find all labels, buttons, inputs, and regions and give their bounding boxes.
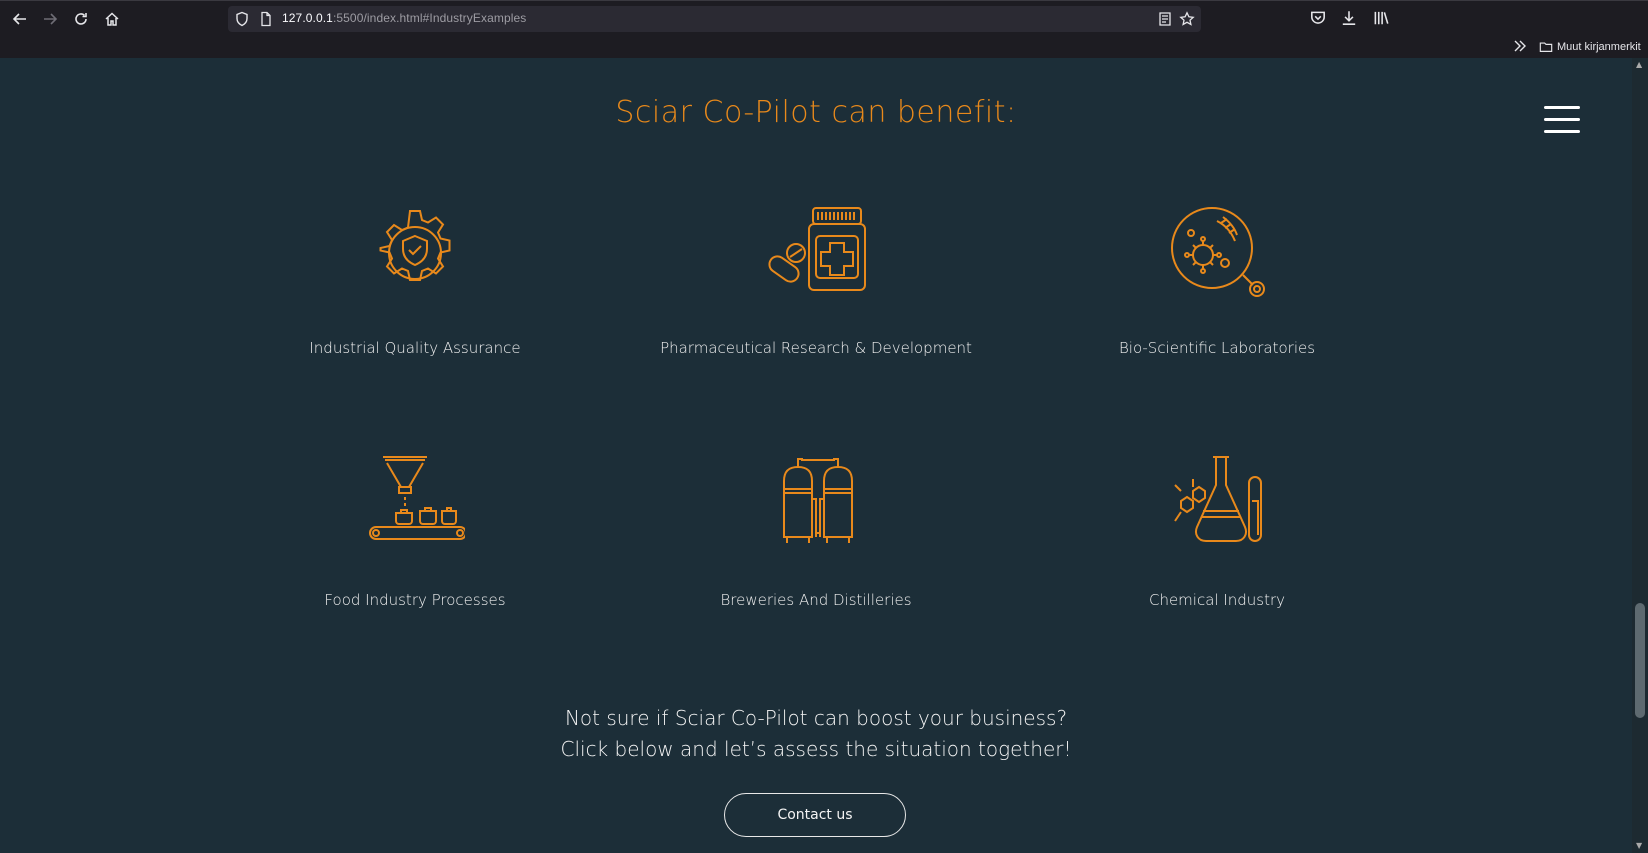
flask-testtube-icon <box>1167 455 1267 555</box>
medicine-bottle-icon <box>766 203 866 303</box>
cta-text: Not sure if Sciar Co-Pilot can boost you… <box>0 703 1632 765</box>
brewery-tanks-icon <box>766 455 866 555</box>
industry-label: Chemical Industry <box>1148 591 1286 609</box>
url-host: 127.0.0.1 <box>282 11 333 25</box>
reload-icon <box>75 13 87 25</box>
url-text[interactable]: 127.0.0.1:5500/index.html#IndustryExampl… <box>282 11 526 25</box>
library-icon[interactable] <box>1372 9 1390 27</box>
back-button[interactable] <box>9 8 31 30</box>
cta-line-1: Not sure if Sciar Co-Pilot can boost you… <box>564 706 1068 730</box>
scrollbar-thumb[interactable] <box>1635 603 1645 718</box>
chevron-double-right-icon[interactable] <box>1512 38 1528 54</box>
industry-label: Food Industry Processes <box>324 591 506 609</box>
arrow-right-icon <box>44 13 58 25</box>
shield-icon[interactable] <box>234 11 250 27</box>
page-content: Sciar Co-Pilot can benefit: Industrial Q… <box>0 58 1632 853</box>
tab-strip-edge <box>0 0 1648 1</box>
menu-button[interactable] <box>1544 106 1580 134</box>
other-bookmarks[interactable]: Muut kirjanmerkit <box>1539 39 1641 55</box>
home-button[interactable] <box>101 8 123 30</box>
industry-label: Bio-Scientific Laboratories <box>1118 339 1316 357</box>
gear-shield-icon <box>365 203 465 303</box>
industry-label: Pharmaceutical Research & Development <box>660 339 972 357</box>
url-path: :5500/index.html#IndustryExamples <box>332 11 527 25</box>
industry-card: Breweries And Distilleries <box>651 455 981 611</box>
forward-button[interactable] <box>39 8 61 30</box>
page-title: Sciar Co-Pilot can benefit: <box>615 95 1017 130</box>
industry-card: Food Industry Processes <box>250 455 580 611</box>
scroll-up-icon[interactable]: ▲ <box>1636 60 1644 69</box>
contact-button[interactable]: Contact us <box>724 793 906 837</box>
cta-line-2: Click below and let’s assess the situati… <box>560 737 1072 761</box>
star-icon[interactable] <box>1179 11 1195 27</box>
browser-toolbar: 127.0.0.1:5500/index.html#IndustryExampl… <box>0 0 1648 58</box>
page-icon <box>261 11 271 27</box>
home-icon <box>105 12 119 26</box>
industry-card: Industrial Quality Assurance <box>250 203 580 359</box>
folder-icon <box>1539 42 1553 52</box>
industry-card: Chemical Industry <box>1052 455 1382 611</box>
other-bookmarks-label: Muut kirjanmerkit <box>1557 41 1641 53</box>
industry-card: Bio-Scientific Laboratories <box>1052 203 1382 359</box>
vertical-scrollbar[interactable]: ▲ ▼ <box>1632 58 1648 853</box>
pocket-icon[interactable] <box>1309 9 1327 27</box>
industry-label: Breweries And Distilleries <box>720 591 912 609</box>
scroll-down-icon[interactable]: ▼ <box>1636 841 1644 850</box>
virus-magnifier-icon <box>1167 203 1267 303</box>
reload-button[interactable] <box>70 8 92 30</box>
industry-card: Pharmaceutical Research & Development <box>651 203 981 359</box>
conveyor-funnel-icon <box>365 455 467 555</box>
reader-view-icon[interactable] <box>1157 11 1173 27</box>
industry-label: Industrial Quality Assurance <box>309 339 521 357</box>
arrow-left-icon <box>12 13 26 25</box>
url-bar[interactable]: 127.0.0.1:5500/index.html#IndustryExampl… <box>228 6 1201 32</box>
download-icon[interactable] <box>1340 9 1358 27</box>
